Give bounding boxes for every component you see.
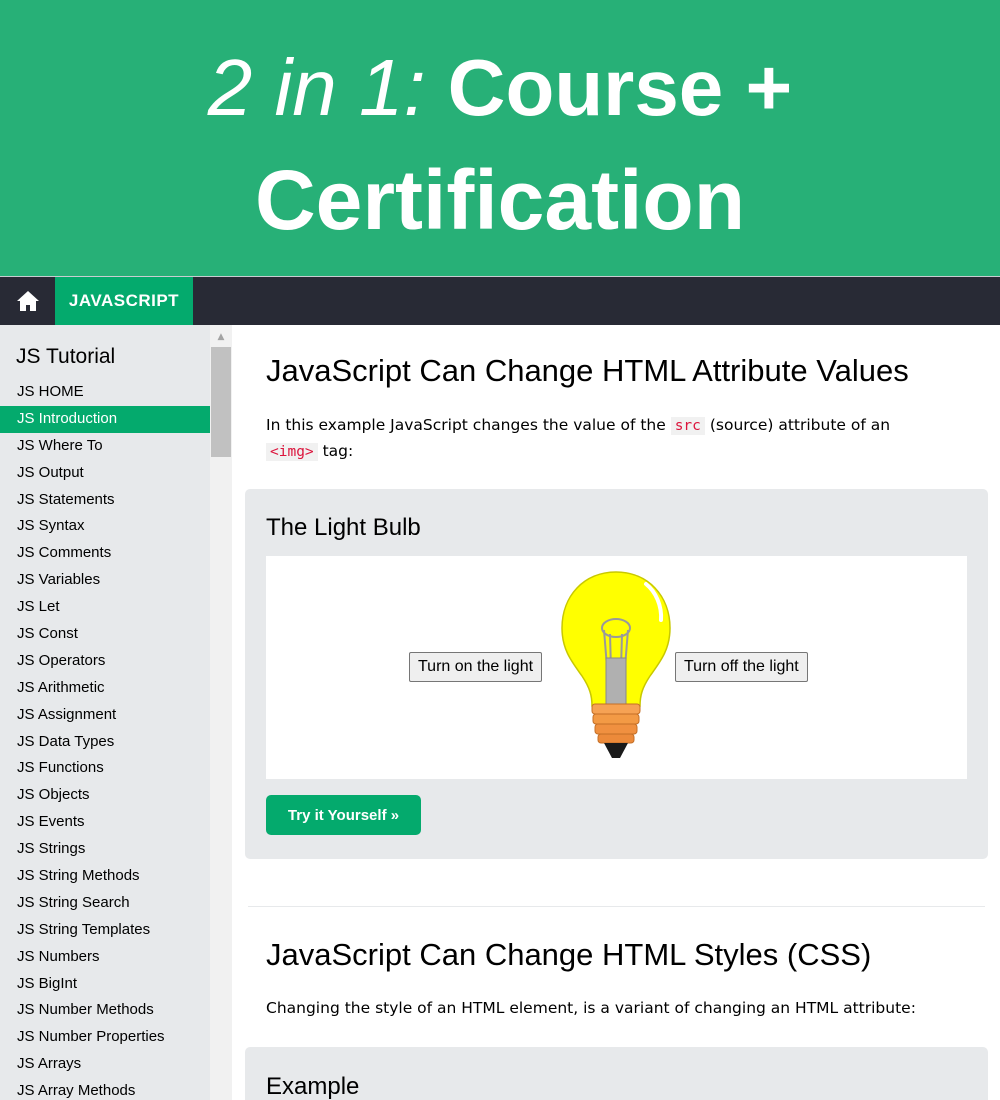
example-box: The Light Bulb Turn on the light Turn of… [245,489,988,859]
sidebar-item-js-let[interactable]: JS Let [0,594,210,621]
example-box-styles: Example [245,1047,988,1100]
sidebar-item-js-arithmetic[interactable]: JS Arithmetic [0,675,210,702]
sidebar-item-js-introduction[interactable]: JS Introduction [0,405,210,433]
sidebar-item-js-data-types[interactable]: JS Data Types [0,729,210,756]
try-it-yourself-button[interactable]: Try it Yourself » [266,795,421,835]
sidebar-item-js-assignment[interactable]: JS Assignment [0,702,210,729]
sidebar-item-js-syntax[interactable]: JS Syntax [0,513,210,540]
banner-subheadline: Certification [254,153,746,247]
home-icon [16,291,39,311]
home-button[interactable] [0,277,55,325]
sidebar-title: JS Tutorial [16,345,116,368]
section-heading-attributes: JavaScript Can Change HTML Attribute Val… [266,353,909,388]
sidebar-item-js-where-to[interactable]: JS Where To [0,433,210,460]
sidebar-item-js-objects[interactable]: JS Objects [0,782,210,809]
code-img: <img> [266,443,318,461]
top-navigation: JAVASCRIPT [0,276,1000,325]
sidebar-item-js-string-search[interactable]: JS String Search [0,890,210,917]
section-divider [248,906,985,907]
sidebar-item-js-home[interactable]: JS HOME [0,379,210,406]
sidebar-item-js-const[interactable]: JS Const [0,621,210,648]
section-styles-text: Changing the style of an HTML element, i… [266,999,916,1017]
example-title: Example [266,1073,360,1100]
sidebar: JS Tutorial JS HOME JS Introduction JS Whe… [0,325,210,1100]
promo-banner[interactable]: 2 in 1: Course + Certification [0,0,1000,276]
sidebar-scrollbar[interactable]: ▲ [210,325,232,1100]
scroll-up-arrow-icon[interactable]: ▲ [210,330,232,344]
sidebar-item-js-operators[interactable]: JS Operators [0,648,210,675]
sidebar-item-js-events[interactable]: JS Events [0,809,210,836]
sidebar-item-js-number-properties[interactable]: JS Number Properties [0,1024,210,1051]
turn-off-button[interactable]: Turn off the light [675,652,808,682]
sidebar-item-js-output[interactable]: JS Output [0,460,210,487]
intro-text-part: In this example JavaScript changes the v… [266,416,671,434]
scrollbar-thumb[interactable] [211,347,231,457]
section-heading-styles: JavaScript Can Change HTML Styles (CSS) [266,937,872,972]
sidebar-item-js-statements[interactable]: JS Statements [0,487,210,514]
main-content: JavaScript Can Change HTML Attribute Val… [232,325,1000,1100]
example-result-frame: Turn on the light Turn off the light [266,556,967,779]
code-src: src [670,417,705,435]
tab-javascript[interactable]: JAVASCRIPT [55,277,193,325]
sidebar-item-js-array-methods[interactable]: JS Array Methods [0,1078,210,1100]
turn-on-button[interactable]: Turn on the light [409,652,543,682]
intro-text-part: tag: [317,442,354,460]
sidebar-item-js-numbers[interactable]: JS Numbers [0,944,210,971]
sidebar-item-js-functions[interactable]: JS Functions [0,755,210,782]
banner-headline: 2 in 1: Course + [0,40,1000,136]
lightbulb-icon [561,571,671,758]
sidebar-item-js-number-methods[interactable]: JS Number Methods [0,997,210,1024]
section-intro-text: In this example JavaScript changes the v… [266,413,966,465]
banner-italic-text: 2 in 1: [207,43,426,132]
sidebar-item-js-arrays[interactable]: JS Arrays [0,1051,210,1078]
sidebar-item-js-string-templates[interactable]: JS String Templates [0,917,210,944]
sidebar-item-js-comments[interactable]: JS Comments [0,540,210,567]
sidebar-item-js-string-methods[interactable]: JS String Methods [0,863,210,890]
banner-bold-text: Course + [447,43,793,132]
sidebar-menu: JS HOME JS Introduction JS Where To JS Outp… [0,379,210,1100]
sidebar-item-js-bigint[interactable]: JS BigInt [0,971,210,998]
intro-text-part: (source) attribute of an [704,416,891,434]
sidebar-item-js-strings[interactable]: JS Strings [0,836,210,863]
example-title: The Light Bulb [266,514,421,541]
sidebar-item-js-variables[interactable]: JS Variables [0,567,210,594]
